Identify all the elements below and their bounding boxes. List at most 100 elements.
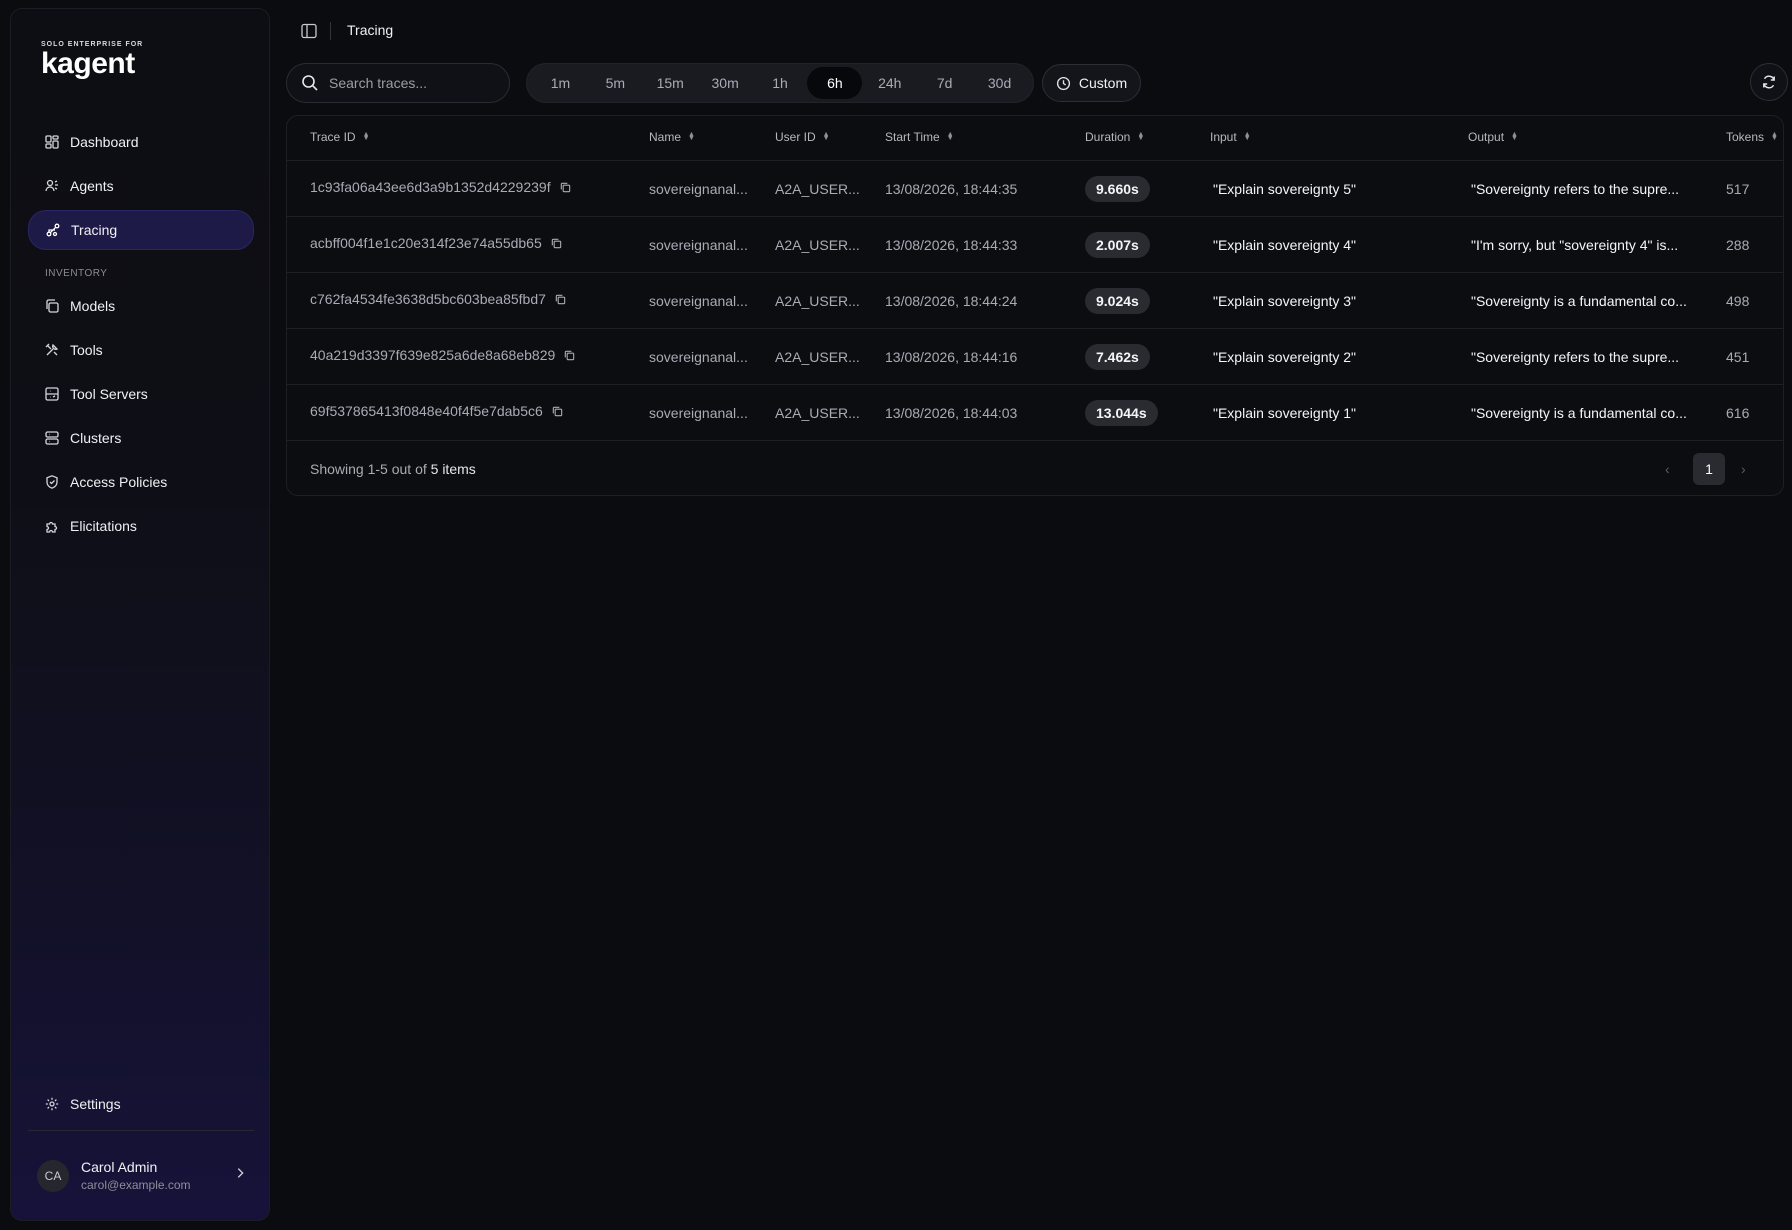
traces-table: Trace ID ▲ ▼ Name ▲ ▼ User ID ▲ ▼ Start Time ▲ ▼… [286,115,1784,496]
sidebar-item-label: Agents [70,178,114,194]
user-id-cell: A2A_USER... [775,349,860,365]
sidebar-item-tool-servers[interactable]: Tool Servers [28,374,254,414]
refresh-icon [1763,75,1775,89]
sidebar-item-elicitations[interactable]: Elicitations [28,506,254,546]
sidebar-item-label: Settings [70,1096,121,1112]
range-7d[interactable]: 7d [917,67,972,99]
sidebar-item-settings[interactable]: Settings [28,1084,254,1124]
copy-icon[interactable] [554,293,567,306]
sidebar-item-label: Dashboard [70,134,139,150]
sort-icon: ▲ ▼ [362,131,370,142]
range-5m[interactable]: 5m [588,67,643,99]
showing-count: Showing 1-5 out of 5 items [310,461,476,477]
gear-icon [44,1096,60,1112]
sidebar-item-tracing[interactable]: Tracing [28,210,254,250]
column-header-tokens[interactable]: Tokens ▲ ▼ [1726,130,1778,144]
sidebar-toggle-icon[interactable] [300,22,318,40]
sort-icon: ▲ ▼ [1243,131,1251,142]
table-footer: Showing 1-5 out of 5 items ‹ 1 › [287,440,1783,495]
table-row[interactable]: 40a219d3397f639e825a6de8a68eb829 soverei… [287,328,1783,384]
search-input[interactable] [329,75,499,91]
search-box[interactable] [286,63,510,103]
column-header-input[interactable]: Input ▲ ▼ [1210,130,1251,144]
table-header: Trace ID ▲ ▼ Name ▲ ▼ User ID ▲ ▼ Start Time ▲ ▼… [287,116,1783,160]
sidebar-item-dashboard[interactable]: Dashboard [28,122,254,162]
refresh-button[interactable] [1750,63,1788,101]
output-cell: "Sovereignty is a fundamental co... [1471,293,1687,309]
sidebar-item-label: Access Policies [70,474,168,490]
sidebar-section-inventory: INVENTORY [45,268,108,279]
range-1m[interactable]: 1m [533,67,588,99]
name-cell: sovereignanal... [649,181,748,197]
column-header-duration[interactable]: Duration ▲ ▼ [1085,130,1144,144]
sort-icon: ▲ ▼ [1771,131,1778,142]
shield-icon [44,474,60,490]
search-icon [302,75,318,91]
sidebar-divider [28,1130,254,1131]
range-30d[interactable]: 30d [972,67,1027,99]
sidebar-item-agents[interactable]: Agents [28,166,254,206]
chevron-right-icon[interactable]: › [1741,461,1746,477]
range-30m[interactable]: 30m [698,67,753,99]
sidebar-item-tools[interactable]: Tools [28,330,254,370]
sidebar-item-label: Tools [70,342,103,358]
sort-icon: ▲ ▼ [1511,131,1518,142]
chevron-left-icon[interactable]: ‹ [1665,461,1670,477]
range-6h[interactable]: 6h [807,67,863,99]
range-15m[interactable]: 15m [643,67,698,99]
table-row[interactable]: 1c93fa06a43ee6d3a9b1352d4229239f soverei… [287,160,1783,216]
sidebar: SOLO ENTERPRISE FOR kagent Dashboard Age… [10,8,270,1221]
sort-icon: ▲ ▼ [1137,131,1145,142]
sort-icon: ▲ ▼ [688,131,695,142]
custom-range-label: Custom [1078,75,1128,91]
custom-range-button[interactable]: Custom [1042,64,1141,102]
trace-id-cell: 69f537865413f0848e40f4f5e7dab5c6 [310,403,564,419]
duration-badge: 13.044s [1085,400,1158,426]
clusters-icon [44,430,60,446]
column-header-name[interactable]: Name ▲ ▼ [649,130,695,144]
column-header-output[interactable]: Output ▲ ▼ [1468,130,1518,144]
copy-icon[interactable] [550,237,563,250]
start-time-cell: 13/08/2026, 18:44:24 [885,293,1018,309]
sidebar-item-label: Elicitations [70,518,137,534]
trace-id-cell: acbff004f1e1c20e314f23e74a55db65 [310,235,563,251]
name-cell: sovereignanal... [649,405,748,421]
time-range-selector: 1m 5m 15m 30m 1h 6h 24h 7d 30d [526,63,1034,103]
range-24h[interactable]: 24h [862,67,917,99]
start-time-cell: 13/08/2026, 18:44:16 [885,349,1018,365]
table-row[interactable]: c762fa4534fe3638d5bc603bea85fbd7 soverei… [287,272,1783,328]
column-header-start-time[interactable]: Start Time ▲ ▼ [885,130,954,144]
table-row[interactable]: 69f537865413f0848e40f4f5e7dab5c6 soverei… [287,384,1783,440]
sidebar-item-clusters[interactable]: Clusters [28,418,254,458]
range-1h[interactable]: 1h [753,67,808,99]
user-name: Carol Admin [81,1159,158,1175]
column-header-user-id[interactable]: User ID ▲ ▼ [775,130,830,144]
output-cell: "Sovereignty refers to the supre... [1471,349,1680,365]
table-row[interactable]: acbff004f1e1c20e314f23e74a55db65 soverei… [287,216,1783,272]
brand-logo[interactable]: SOLO ENTERPRISE FOR kagent [41,41,143,79]
user-menu[interactable]: CA Carol Admin carol@example.com [37,1159,247,1192]
trace-id-cell: 40a219d3397f639e825a6de8a68eb829 [310,347,576,363]
avatar: CA [37,1159,69,1192]
column-header-trace-id[interactable]: Trace ID ▲ ▼ [310,130,370,144]
copy-icon[interactable] [551,405,564,418]
trace-id-cell: c762fa4534fe3638d5bc603bea85fbd7 [310,291,567,307]
input-cell: "Explain sovereignty 1" [1213,405,1357,421]
agents-icon [44,178,60,194]
duration-badge: 2.007s [1085,232,1150,258]
trace-id-cell: 1c93fa06a43ee6d3a9b1352d4229239f [310,179,572,195]
user-info: Carol Admin carol@example.com [81,1159,233,1192]
tools-icon [44,342,60,358]
duration-badge: 9.660s [1085,176,1150,202]
page-button[interactable]: 1 [1693,453,1725,485]
sort-icon: ▲ ▼ [946,131,954,142]
models-icon [44,298,60,314]
copy-icon[interactable] [563,349,576,362]
copy-icon[interactable] [559,181,572,194]
page-title: Tracing [347,22,394,38]
dashboard-icon [44,134,60,150]
input-cell: "Explain sovereignty 5" [1213,181,1357,197]
tokens-cell: 616 [1726,405,1750,421]
sidebar-item-access-policies[interactable]: Access Policies [28,462,254,502]
sidebar-item-models[interactable]: Models [28,286,254,326]
